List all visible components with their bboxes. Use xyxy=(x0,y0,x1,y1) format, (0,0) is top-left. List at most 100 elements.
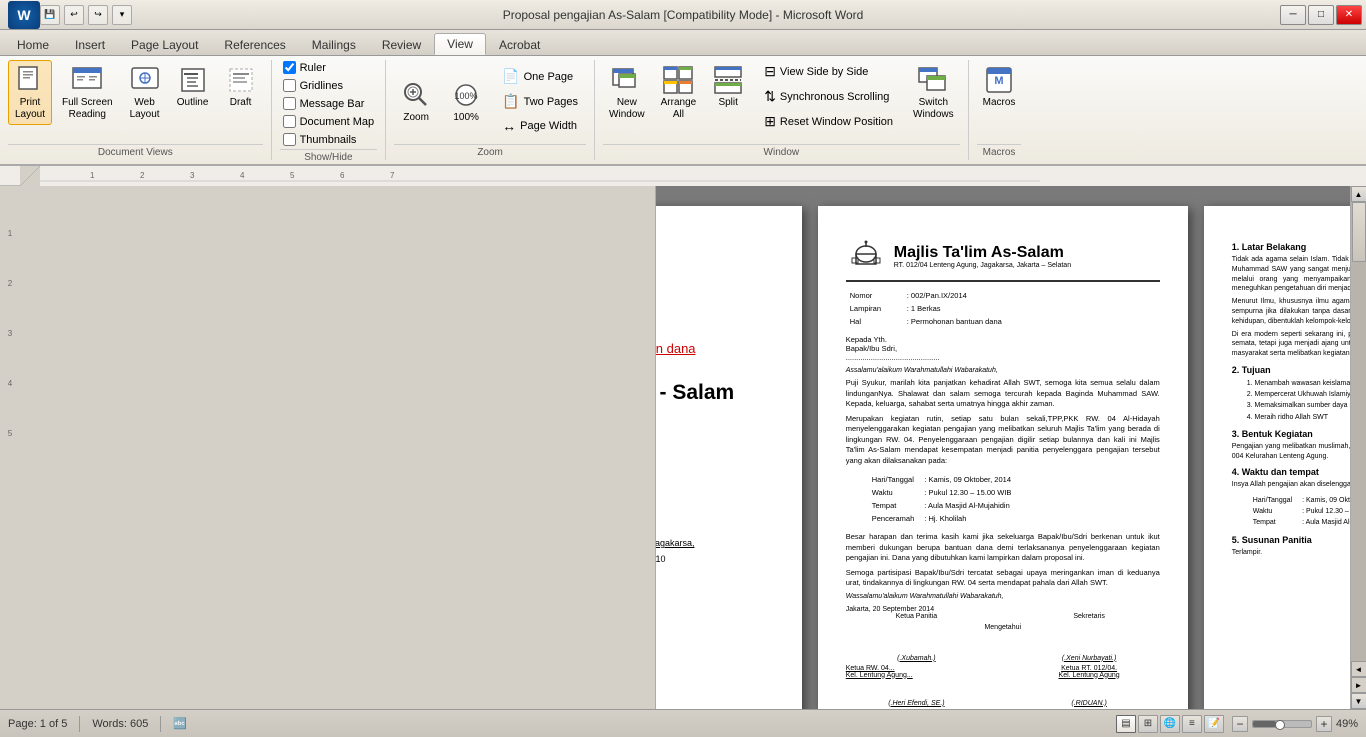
ruler-checkbox[interactable]: Ruler xyxy=(280,60,329,75)
save-btn[interactable]: 💾 xyxy=(40,5,60,25)
tab-view[interactable]: View xyxy=(434,33,486,55)
macros-icon: M xyxy=(983,64,1015,96)
arrange-all-button[interactable]: ArrangeAll xyxy=(655,60,703,125)
zoom-out-button[interactable]: − xyxy=(1232,716,1248,732)
zoom-bar[interactable] xyxy=(1252,720,1312,728)
zoom-thumb[interactable] xyxy=(1275,720,1285,730)
org-title: Majlis Ta'lim As-Salam xyxy=(894,244,1071,262)
view-side-label: View Side by Side xyxy=(780,66,868,78)
full-screen-reading-button[interactable]: Full ScreenReading xyxy=(56,60,119,125)
svg-text:2: 2 xyxy=(140,171,145,180)
zoom-bar-fill xyxy=(1253,721,1276,727)
tab-references[interactable]: References xyxy=(211,33,298,55)
one-page-button[interactable]: 📄 One Page xyxy=(496,65,584,88)
zoom-in-button[interactable]: + xyxy=(1316,716,1332,732)
scrollbar-thumb[interactable] xyxy=(1352,202,1366,262)
scroll-left-button[interactable]: ► xyxy=(1351,677,1366,693)
new-window-icon xyxy=(611,64,643,96)
title-bar: W 💾 ↩ ↪ ▾ Proposal pengajian As-Salam [C… xyxy=(0,0,1366,30)
name4: (.RIDUAN.) xyxy=(1018,682,1159,707)
pages-container[interactable]: Proposal Permohonan bantuan dana Majlis … xyxy=(656,186,1351,709)
view-side-by-side-button[interactable]: ⊟ View Side by Side xyxy=(758,60,899,83)
zoom-slider: − + 49% xyxy=(1232,716,1358,732)
synchronous-scrolling-button[interactable]: ⇅ Synchronous Scrolling xyxy=(758,85,899,108)
reset-window-position-button[interactable]: ⊞ Reset Window Position xyxy=(758,110,899,133)
page-width-button[interactable]: ↔ Page Width xyxy=(496,115,584,137)
switch-windows-icon xyxy=(917,64,949,96)
tab-home[interactable]: Home xyxy=(4,33,62,55)
scroll-up-button[interactable]: ▲ xyxy=(1351,186,1366,202)
p3-p2: Menurut Ilmu, khususnya ilmu agama, menj… xyxy=(1232,297,1350,326)
switch-windows-button[interactable]: SwitchWindows xyxy=(907,60,960,125)
close-button[interactable]: ✕ xyxy=(1336,5,1362,25)
customize-btn[interactable]: ▾ xyxy=(112,5,132,25)
zoom-percent: 49% xyxy=(1336,718,1358,730)
tab-review[interactable]: Review xyxy=(369,33,434,55)
org-sub: RT. 012/04 Lenteng Agung, Jagakarsa, Jak… xyxy=(894,262,1071,269)
outline-button[interactable]: Outline xyxy=(171,60,215,113)
zoom-button[interactable]: Zoom xyxy=(394,75,438,128)
page1-orgname: Majlis Ta'lim As - Salam xyxy=(656,381,767,405)
draft-view-btn[interactable]: 📝 xyxy=(1204,715,1224,733)
gridlines-checkbox[interactable]: Gridlines xyxy=(280,78,346,93)
tab-insert[interactable]: Insert xyxy=(62,33,118,55)
maximize-button[interactable]: □ xyxy=(1308,5,1334,25)
view-side-icon: ⊟ xyxy=(764,63,776,80)
zoom-label-group: Zoom xyxy=(394,144,586,160)
document-map-checkbox[interactable]: Document Map xyxy=(280,114,378,129)
web-layout-button[interactable]: WebLayout xyxy=(123,60,167,125)
macros-button[interactable]: M Macros xyxy=(977,60,1022,113)
print-view-btn[interactable]: ▤ xyxy=(1116,715,1136,733)
main-area: 1 2 3 4 5 Proposal Permohonan xyxy=(0,186,1366,709)
svg-text:5: 5 xyxy=(8,429,13,438)
thumbnails-checkbox[interactable]: Thumbnails xyxy=(280,132,360,147)
svg-text:1: 1 xyxy=(8,229,13,238)
two-pages-button[interactable]: 📋 Two Pages xyxy=(496,90,584,113)
sig-right: Jakarta, 20 September 2014 xyxy=(846,606,987,613)
undo-btn[interactable]: ↩ xyxy=(64,5,84,25)
tab-acrobat[interactable]: Acrobat xyxy=(486,33,553,55)
split-button[interactable]: Split xyxy=(706,60,750,125)
print-layout-button[interactable]: PrintLayout xyxy=(8,60,52,125)
message-bar-checkbox[interactable]: Message Bar xyxy=(280,96,368,111)
language-indicator: 🔤 xyxy=(173,717,187,730)
scroll-right-button[interactable]: ◄ xyxy=(1351,661,1366,677)
outline-view-btn[interactable]: ≡ xyxy=(1182,715,1202,733)
tab-mailings[interactable]: Mailings xyxy=(299,33,369,55)
draft-button[interactable]: Draft xyxy=(219,60,263,113)
new-window-button[interactable]: NewWindow xyxy=(603,60,651,125)
svg-text:M: M xyxy=(994,75,1003,87)
p3-p6: Terlampir. xyxy=(1232,548,1350,558)
fullscreen-view-btn[interactable]: ⊞ xyxy=(1138,715,1158,733)
tab-page-layout[interactable]: Page Layout xyxy=(118,33,211,55)
page1-address: RT. 012/04 Lenteng Agung, Jagakarsa, Jak… xyxy=(656,535,767,567)
web-view-btn[interactable]: 🌐 xyxy=(1160,715,1180,733)
window-title: Proposal pengajian As-Salam [Compatibili… xyxy=(503,8,864,22)
p3-list: 1. Menambah wawasan keislaman 2. Memperc… xyxy=(1247,378,1350,423)
ketua-title: Ketua Panitia xyxy=(846,613,987,620)
one-page-label: One Page xyxy=(524,71,574,83)
split-label: Split xyxy=(718,97,737,109)
office-button[interactable]: W xyxy=(8,1,40,29)
redo-btn[interactable]: ↪ xyxy=(88,5,108,25)
document-views-content: PrintLayout Full ScreenReading xyxy=(8,60,263,142)
hal-label: Hal xyxy=(848,316,903,327)
print-layout-icon xyxy=(14,64,46,96)
window-content: NewWindow xyxy=(603,60,960,142)
ribbon-tabs: Home Insert Page Layout References Maili… xyxy=(0,30,1366,56)
official2: Ketua RT. 012/04. Kel. Lentung Agung xyxy=(1018,665,1159,679)
body-p2: Merupakan kegiatan rutin, setiap satu bu… xyxy=(846,414,1160,467)
window-group-label: Window xyxy=(603,144,960,160)
ruler-container: 1 2 3 4 5 6 7 xyxy=(0,166,1366,186)
window-controls: ─ □ ✕ xyxy=(1280,5,1362,25)
page-3: 1. Latar Belakang Tidak ada agama selain… xyxy=(1204,206,1350,709)
split-icon xyxy=(712,64,744,96)
svg-text:1: 1 xyxy=(90,171,95,180)
reset-window-icon: ⊞ xyxy=(764,113,776,130)
right-scrollbar[interactable]: ▲ ◄ ► ▼ xyxy=(1350,186,1366,709)
zoom-100-button[interactable]: 100% 100% xyxy=(444,75,488,128)
minimize-button[interactable]: ─ xyxy=(1280,5,1306,25)
scroll-down-button[interactable]: ▼ xyxy=(1351,693,1366,709)
scrollbar-track[interactable] xyxy=(1351,202,1366,661)
arrange-all-icon xyxy=(662,64,694,96)
